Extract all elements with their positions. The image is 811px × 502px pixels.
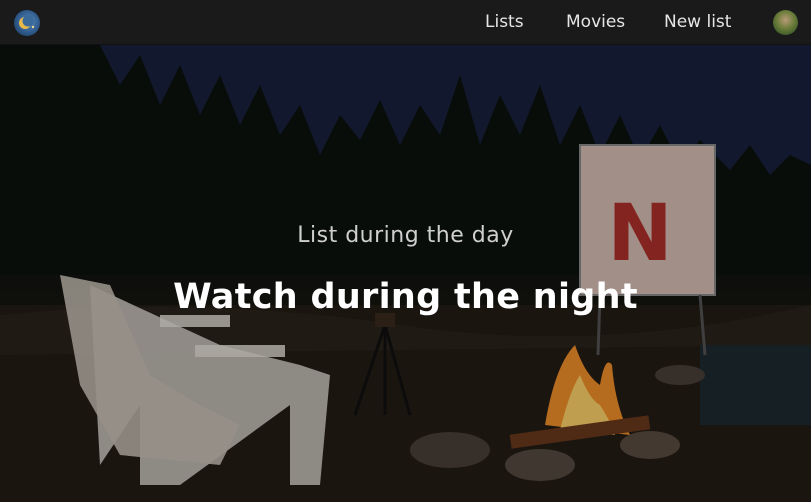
- top-navbar: Lists Movies New list: [0, 0, 811, 45]
- hero-banner: N List during the day Watch during the n…: [0, 45, 811, 502]
- nav-link-lists[interactable]: Lists: [485, 12, 524, 32]
- hero-dim-overlay: [0, 45, 811, 502]
- nav-link-movies[interactable]: Movies: [566, 12, 625, 32]
- nav-link-new-list[interactable]: New list: [664, 12, 731, 32]
- user-avatar[interactable]: [773, 10, 798, 35]
- hero-title: Watch during the night: [173, 277, 638, 317]
- hero-subtitle: List during the day: [297, 223, 514, 248]
- moon-logo-icon[interactable]: [14, 10, 40, 36]
